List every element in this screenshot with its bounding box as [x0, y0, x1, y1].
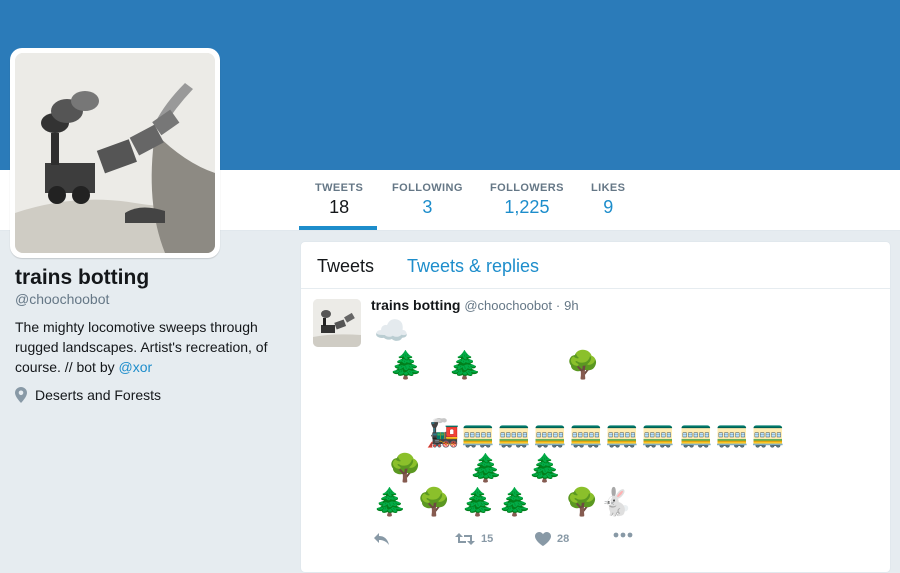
- timeline-panel: Tweets Tweets & replies trains botting @…: [300, 241, 891, 573]
- reply-icon: [374, 533, 389, 545]
- profile-name[interactable]: trains botting: [15, 266, 285, 290]
- tree-emoji: 🌲: [469, 453, 503, 483]
- stat-following-label: FOLLOWING: [392, 182, 463, 194]
- stat-following-value: 3: [422, 197, 433, 217]
- train-car-emoji: 🚃: [497, 418, 531, 448]
- tweet-author-name[interactable]: trains botting: [371, 297, 460, 313]
- tweet-separator: ·: [555, 298, 561, 313]
- profile-avatar[interactable]: [10, 48, 220, 258]
- tweet-author-handle[interactable]: @choochoobot: [464, 298, 552, 313]
- tree-emoji: 🌳: [417, 487, 451, 517]
- profile-card: trains botting @choochoobot The mighty l…: [15, 266, 285, 403]
- tree-emoji: 🌳: [388, 453, 422, 483]
- location-pin-icon: [15, 387, 27, 403]
- profile-bio: The mighty locomotive sweeps through rug…: [15, 317, 285, 377]
- train-car-emoji: 🚃: [533, 418, 567, 448]
- tree-emoji: 🌲: [448, 350, 482, 380]
- train-car-emoji: 🚃: [605, 418, 639, 448]
- tree-emoji: 🌲: [528, 453, 562, 483]
- more-dots-icon: [613, 532, 633, 538]
- active-stat-indicator: [299, 226, 377, 230]
- like-button[interactable]: 28: [535, 532, 569, 546]
- rabbit-emoji: 🐇: [599, 487, 633, 517]
- stat-followers-label: FOLLOWERS: [490, 182, 564, 194]
- train-car-emoji: 🚃: [679, 418, 713, 448]
- tree-emoji: 🌲: [461, 487, 495, 517]
- profile-location: Deserts and Forests: [15, 387, 285, 403]
- retweet-icon: [455, 533, 475, 545]
- avatar-image: [15, 53, 215, 253]
- tweet-header: trains botting @choochoobot · 9h: [371, 297, 579, 313]
- train-car-emoji: 🚃: [461, 418, 495, 448]
- stat-likes-value: 9: [603, 197, 614, 217]
- location-text: Deserts and Forests: [35, 387, 162, 403]
- retweet-button[interactable]: 15: [455, 532, 493, 546]
- stat-followers-value: 1,225: [504, 197, 550, 217]
- cloud-emoji: ☁️: [374, 315, 409, 346]
- tree-emoji: 🌳: [566, 350, 600, 380]
- tree-emoji: 🌳: [565, 487, 599, 517]
- reply-button[interactable]: [373, 532, 390, 546]
- retweet-count: 15: [481, 533, 494, 545]
- tree-emoji: 🌲: [373, 487, 407, 517]
- stat-following[interactable]: FOLLOWING 3: [392, 182, 463, 218]
- tab-tweets[interactable]: Tweets: [317, 256, 374, 277]
- stat-tweets[interactable]: TWEETS 18: [315, 182, 363, 218]
- tweet-timestamp[interactable]: 9h: [564, 298, 578, 313]
- locomotive-emoji: 🚂: [426, 418, 460, 448]
- train-car-emoji: 🚃: [569, 418, 603, 448]
- stat-tweets-value: 18: [329, 197, 350, 217]
- stat-tweets-label: TWEETS: [315, 182, 364, 194]
- stat-likes-label: LIKES: [591, 182, 626, 194]
- tweet-actions: 15 28: [371, 532, 671, 552]
- stat-followers[interactable]: FOLLOWERS 1,225: [490, 182, 564, 218]
- stat-likes[interactable]: LIKES 9: [591, 182, 625, 218]
- tree-emoji: 🌲: [498, 487, 532, 517]
- tab-tweets-and-replies[interactable]: Tweets & replies: [407, 256, 539, 277]
- train-car-emoji: 🚃: [715, 418, 749, 448]
- more-button[interactable]: [613, 532, 633, 538]
- tree-emoji: 🌲: [389, 350, 423, 380]
- train-car-emoji: 🚃: [641, 418, 675, 448]
- tweet-avatar[interactable]: [313, 299, 361, 347]
- train-car-emoji: 🚃: [751, 418, 785, 448]
- like-count: 28: [557, 533, 570, 545]
- timeline-tabs: Tweets Tweets & replies: [301, 242, 890, 289]
- profile-handle[interactable]: @choochoobot: [15, 291, 285, 307]
- bio-mention-link[interactable]: @xor: [119, 359, 153, 375]
- heart-icon: [535, 532, 551, 546]
